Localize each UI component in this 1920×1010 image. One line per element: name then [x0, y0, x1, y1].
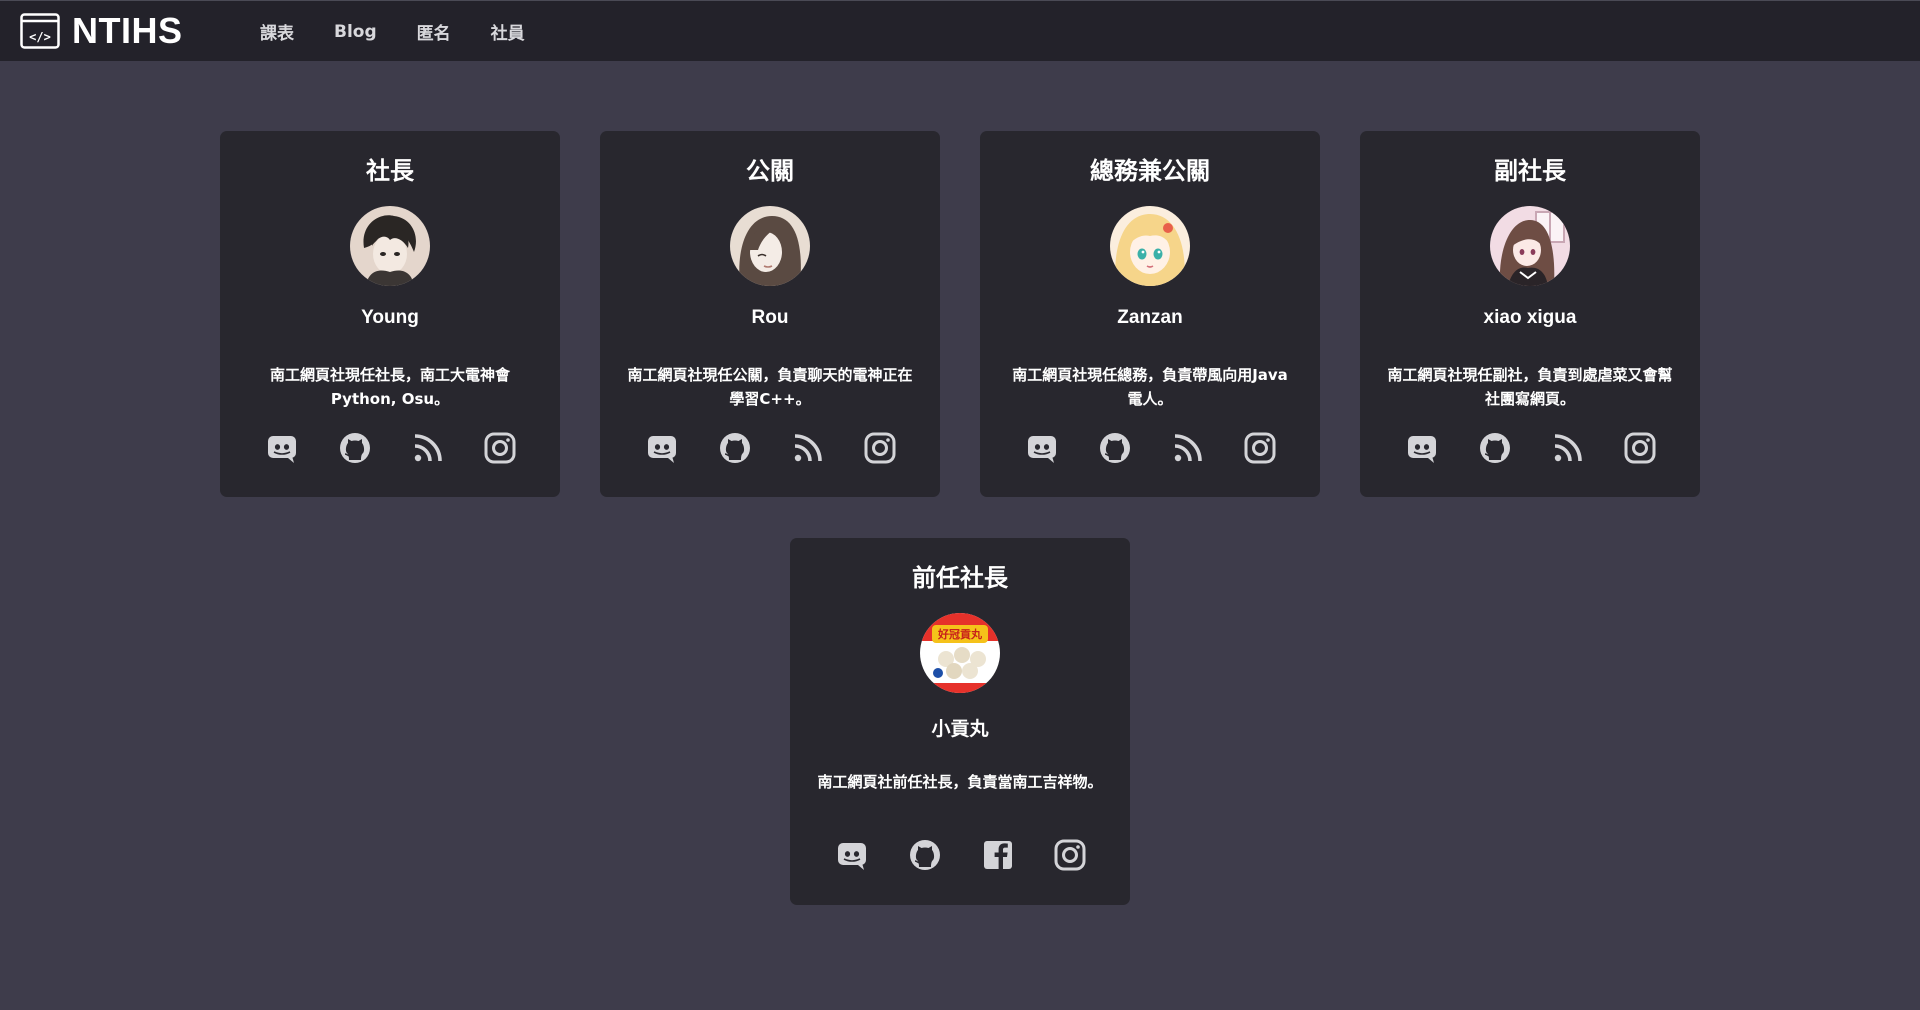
member-description: 南工網頁社前任社長，負責當南工吉祥物。	[817, 773, 1103, 791]
discord-icon[interactable]	[832, 835, 872, 875]
instagram-icon[interactable]	[1620, 428, 1660, 468]
github-icon[interactable]	[335, 428, 375, 468]
member-name: Young	[361, 307, 419, 328]
github-icon[interactable]	[905, 835, 945, 875]
rss-icon[interactable]	[408, 428, 448, 468]
avatar-package-label: 好冠貢丸	[937, 627, 983, 641]
member-card: 副社長 xiao xigua 南工網頁社現任副社，負責到處虐菜又會幫社團寫網頁。	[1360, 131, 1700, 497]
member-name: 小貢丸	[931, 719, 989, 740]
rss-icon[interactable]	[1168, 428, 1208, 468]
member-role: 副社長	[1494, 157, 1566, 185]
top-navbar: </> NTIHS 課表 Blog 匿名 社員	[0, 0, 1920, 61]
social-links	[980, 428, 1320, 468]
member-name: Rou	[751, 307, 789, 328]
instagram-icon[interactable]	[860, 428, 900, 468]
instagram-icon[interactable]	[1240, 428, 1280, 468]
member-role: 社長	[366, 157, 414, 185]
social-links	[220, 428, 560, 468]
member-name: Zanzan	[1117, 307, 1183, 328]
member-role: 公關	[746, 157, 794, 185]
member-role: 總務兼公關	[1090, 157, 1210, 185]
code-window-icon: </>	[20, 13, 60, 49]
avatar	[730, 206, 810, 286]
discord-icon[interactable]	[262, 428, 302, 468]
discord-icon[interactable]	[642, 428, 682, 468]
nav-item-blog[interactable]: Blog	[334, 22, 377, 42]
rss-icon[interactable]	[1548, 428, 1588, 468]
avatar: 好冠貢丸	[920, 613, 1000, 693]
github-icon[interactable]	[1475, 428, 1515, 468]
brand-name: NTIHS	[72, 10, 183, 51]
member-card: 社長 Young 南工網頁社現任社長，南工大電神會Python, Osu。	[220, 131, 560, 497]
nav-item-anonymous[interactable]: 匿名	[417, 19, 451, 44]
github-icon[interactable]	[715, 428, 755, 468]
nav-item-members[interactable]: 社員	[491, 19, 525, 44]
social-links	[600, 428, 940, 468]
avatar	[350, 206, 430, 286]
member-description: 南工網頁社現任總務，負責帶風向用Java電人。	[1012, 366, 1288, 408]
member-description: 南工網頁社現任公關，負責聊天的電神正在學習C++。	[627, 366, 913, 408]
member-card: 前任社長 好冠貢丸 小貢丸 南工網頁社前任社長，負責當南工吉祥物。	[790, 538, 1130, 905]
member-card: 公關 Rou 南工網頁社現任公關，負責聊天的電神正在學習C++。	[600, 131, 940, 497]
instagram-icon[interactable]	[1050, 835, 1090, 875]
member-card: 總務兼公關 Zanzan 南工網頁社現任總務，負責帶風向用Java電人。	[980, 131, 1320, 497]
member-name: xiao xigua	[1483, 307, 1577, 328]
member-description: 南工網頁社現任社長，南工大電神會Python, Osu。	[269, 366, 510, 408]
instagram-icon[interactable]	[480, 428, 520, 468]
discord-icon[interactable]	[1022, 428, 1062, 468]
social-links	[1360, 428, 1700, 468]
nav-item-schedule[interactable]: 課表	[260, 19, 294, 44]
discord-icon[interactable]	[1402, 428, 1442, 468]
facebook-icon[interactable]	[978, 835, 1018, 875]
social-links	[790, 835, 1130, 875]
member-description: 南工網頁社現任副社，負責到處虐菜又會幫社團寫網頁。	[1387, 366, 1673, 408]
avatar	[1490, 206, 1570, 286]
rss-icon[interactable]	[788, 428, 828, 468]
brand-logo[interactable]: </> NTIHS	[20, 12, 183, 50]
avatar	[1110, 206, 1190, 286]
github-icon[interactable]	[1095, 428, 1135, 468]
member-role: 前任社長	[912, 564, 1008, 592]
svg-text:</>: </>	[29, 30, 51, 44]
main-nav: 課表 Blog 匿名 社員	[260, 1, 565, 62]
